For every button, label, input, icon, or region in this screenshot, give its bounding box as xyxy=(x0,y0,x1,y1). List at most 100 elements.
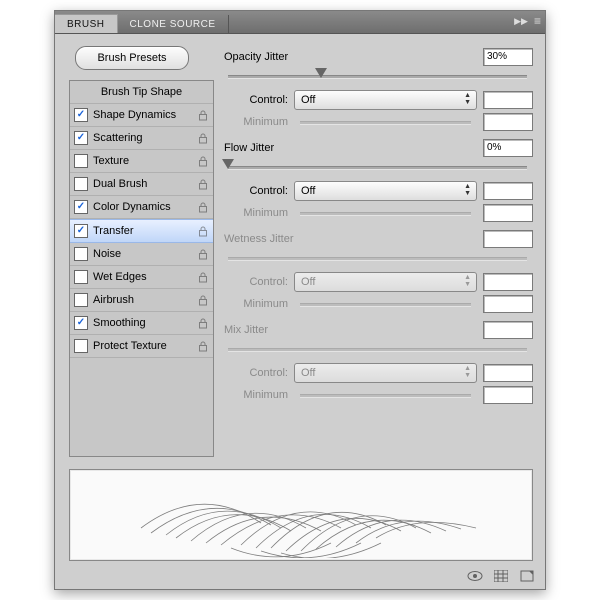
option-row-scattering[interactable]: ✓ Scattering xyxy=(70,127,213,150)
flow-jitter-label: Flow Jitter xyxy=(224,142,274,154)
checkbox[interactable]: ✓ xyxy=(74,316,88,330)
mix-control-row: Control: Off ▲▼ xyxy=(222,363,533,383)
updown-icon: ▲▼ xyxy=(464,365,471,379)
option-row-texture[interactable]: Texture xyxy=(70,150,213,173)
checkbox[interactable]: ✓ xyxy=(74,108,88,122)
lock-icon[interactable] xyxy=(197,225,209,237)
wetness-min-slider xyxy=(294,296,477,312)
lock-icon[interactable] xyxy=(197,109,209,121)
flow-min-value[interactable] xyxy=(483,204,533,222)
brush-stroke-preview xyxy=(81,473,521,558)
mix-jitter-label: Mix Jitter xyxy=(224,324,268,336)
opacity-min-value[interactable] xyxy=(483,113,533,131)
flow-jitter-slider[interactable] xyxy=(222,159,533,175)
option-row-shape-dynamics[interactable]: ✓ Shape Dynamics xyxy=(70,104,213,127)
lock-icon[interactable] xyxy=(197,294,209,306)
wetness-jitter-slider xyxy=(222,250,533,266)
option-label: Airbrush xyxy=(93,294,197,306)
new-preset-icon[interactable] xyxy=(519,569,535,583)
wetness-min-label: Minimum xyxy=(222,298,288,310)
checkbox[interactable]: ✓ xyxy=(74,200,88,214)
option-label: Texture xyxy=(93,155,197,167)
tab-clone-source[interactable]: CLONE SOURCE xyxy=(118,15,229,33)
option-label: Protect Texture xyxy=(93,340,197,352)
opacity-jitter-value[interactable]: 30% xyxy=(483,48,533,66)
option-row-protect-texture[interactable]: Protect Texture xyxy=(70,335,213,358)
lock-icon[interactable] xyxy=(197,317,209,329)
opacity-control-select[interactable]: Off ▲▼ xyxy=(294,90,477,110)
checkbox[interactable]: ✓ xyxy=(74,224,88,238)
brush-tip-shape-label: Brush Tip Shape xyxy=(101,86,182,98)
wetness-jitter-value xyxy=(483,230,533,248)
wetness-min-value xyxy=(483,295,533,313)
brush-preview xyxy=(69,469,533,561)
option-row-dual-brush[interactable]: Dual Brush xyxy=(70,173,213,196)
lock-icon[interactable] xyxy=(197,178,209,190)
wetness-control-value-box xyxy=(483,273,533,291)
panel-footer xyxy=(55,565,545,589)
lock-icon[interactable] xyxy=(197,155,209,167)
opacity-control-value-box[interactable] xyxy=(483,91,533,109)
checkbox[interactable] xyxy=(74,270,88,284)
flow-minimum-row: Minimum xyxy=(222,204,533,222)
mix-control-label: Control: xyxy=(222,367,288,379)
flow-jitter-value[interactable]: 0% xyxy=(483,139,533,157)
opacity-control-row: Control: Off ▲▼ xyxy=(222,90,533,110)
opacity-jitter-slider[interactable] xyxy=(222,68,533,84)
opacity-jitter-title-row: Opacity Jitter 30% xyxy=(222,48,533,66)
brush-presets-button[interactable]: Brush Presets xyxy=(75,46,189,70)
wetness-control-select: Off ▲▼ xyxy=(294,272,477,292)
toggle-preview-icon[interactable] xyxy=(467,569,483,583)
brush-panel: BRUSH CLONE SOURCE ▶▶ ≡ Brush Presets Br… xyxy=(54,10,546,590)
updown-icon: ▲▼ xyxy=(464,183,471,197)
flow-jitter-title-row: Flow Jitter 0% xyxy=(222,139,533,157)
mix-control-value-box xyxy=(483,364,533,382)
checkbox[interactable] xyxy=(74,339,88,353)
mix-min-slider xyxy=(294,387,477,403)
checkbox[interactable] xyxy=(74,154,88,168)
lock-icon[interactable] xyxy=(197,340,209,352)
option-label: Smoothing xyxy=(93,317,197,329)
checkbox[interactable] xyxy=(74,293,88,307)
opacity-jitter-label: Opacity Jitter xyxy=(224,51,288,63)
option-label: Noise xyxy=(93,248,197,260)
option-row-noise[interactable]: Noise xyxy=(70,243,213,266)
lock-icon[interactable] xyxy=(197,132,209,144)
option-label: Color Dynamics xyxy=(93,201,197,213)
option-row-color-dynamics[interactable]: ✓ Color Dynamics xyxy=(70,196,213,219)
option-row-smoothing[interactable]: ✓ Smoothing xyxy=(70,312,213,335)
updown-icon: ▲▼ xyxy=(464,92,471,106)
mix-minimum-row: Minimum xyxy=(222,386,533,404)
lock-icon[interactable] xyxy=(197,201,209,213)
opacity-control-label: Control: xyxy=(222,94,288,106)
flow-control-select[interactable]: Off ▲▼ xyxy=(294,181,477,201)
option-row-transfer[interactable]: ✓ Transfer xyxy=(70,219,213,243)
option-label: Transfer xyxy=(93,225,197,237)
option-label: Scattering xyxy=(93,132,197,144)
checkbox[interactable] xyxy=(74,247,88,261)
lock-icon[interactable] xyxy=(197,271,209,283)
mix-jitter-value xyxy=(483,321,533,339)
lock-icon[interactable] xyxy=(197,248,209,260)
mix-min-label: Minimum xyxy=(222,389,288,401)
checkbox[interactable] xyxy=(74,177,88,191)
mix-min-value xyxy=(483,386,533,404)
tab-brush[interactable]: BRUSH xyxy=(55,14,118,33)
opacity-min-slider xyxy=(294,114,477,130)
flow-control-value-box[interactable] xyxy=(483,182,533,200)
opacity-control-value: Off xyxy=(301,94,315,106)
panel-menu-icon[interactable]: ≡ xyxy=(534,14,541,28)
option-row-wet-edges[interactable]: Wet Edges xyxy=(70,266,213,289)
flow-control-label: Control: xyxy=(222,185,288,197)
wetness-control-row: Control: Off ▲▼ xyxy=(222,272,533,292)
collapse-icon[interactable]: ▶▶ xyxy=(514,16,528,27)
brush-tip-shape-header[interactable]: Brush Tip Shape xyxy=(70,81,213,104)
option-row-airbrush[interactable]: Airbrush xyxy=(70,289,213,312)
flow-min-label: Minimum xyxy=(222,207,288,219)
checkbox[interactable]: ✓ xyxy=(74,131,88,145)
brush-palette-icon[interactable] xyxy=(493,569,509,583)
flow-control-row: Control: Off ▲▼ xyxy=(222,181,533,201)
option-label: Wet Edges xyxy=(93,271,197,283)
mix-jitter-slider xyxy=(222,341,533,357)
option-label: Shape Dynamics xyxy=(93,109,197,121)
